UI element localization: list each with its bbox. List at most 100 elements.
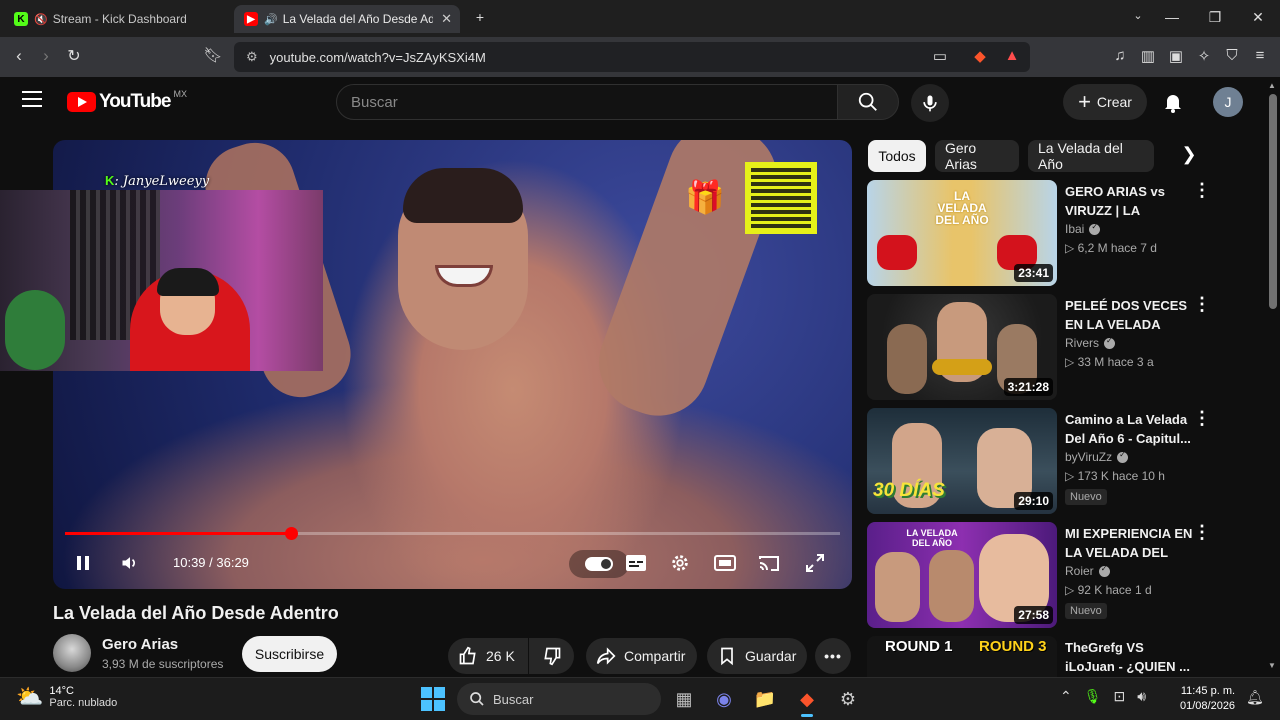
rec-title[interactable]: GERO ARIAS vs VIRUZZ | LA VELAD... [1065, 182, 1193, 220]
network-icon[interactable]: ⊡ [1114, 688, 1126, 705]
microphone-in-use-icon[interactable]: 🎙︎ [1084, 688, 1102, 705]
reload-icon[interactable]: ↻ [63, 46, 85, 66]
new-tab-icon[interactable]: + [470, 9, 490, 25]
chevron-up-icon[interactable]: ⌃ [1060, 688, 1072, 705]
page-scrollbar[interactable]: ▲ ▼ [1265, 77, 1280, 677]
rec-title[interactable]: PELEÉ DOS VECES EN LA VELADA DEL... [1065, 296, 1193, 334]
rec-channel[interactable]: Ibai [1065, 222, 1101, 236]
fullscreen-button[interactable] [802, 551, 828, 575]
notifications-button[interactable] [1161, 90, 1185, 114]
settings-button[interactable] [667, 551, 693, 575]
tab-search-chevron-icon[interactable]: ⌄ [1128, 9, 1148, 22]
recommendation-item[interactable]: LA VELADA DEL AÑO 23:41 GERO ARIAS vs VI… [867, 180, 1247, 288]
rec-title[interactable]: TheGrefg VS iLoJuan - ¿QUIEN ... [1065, 638, 1193, 676]
address-bar[interactable]: ⚙ youtube.com/watch?v=JsZAyKSXi4M [234, 42, 1030, 72]
vpn-shield-icon[interactable]: ⛉ [1222, 47, 1242, 64]
theater-mode-button[interactable] [712, 551, 738, 575]
volume-icon[interactable]: 🔊︎ [1137, 688, 1146, 705]
bookmark-icon [721, 647, 733, 666]
sidebar-icon[interactable]: ▥ [1138, 47, 1158, 65]
more-vert-icon[interactable]: ⋮ [1193, 180, 1212, 201]
brave-rewards-icon[interactable]: ▲ [1002, 47, 1022, 64]
notification-bell-icon[interactable]: 🔔︎ [1246, 689, 1264, 706]
wallet-icon[interactable]: ▣ [1166, 47, 1186, 65]
media-controls-icon[interactable]: ♫ [1110, 47, 1130, 64]
weather-widget[interactable]: ⛅ 14°C Parc. nublado [16, 684, 117, 710]
video-thumbnail[interactable]: 30 DÍAS 29:10 [867, 408, 1057, 514]
scroll-up-icon[interactable]: ▲ [1268, 81, 1276, 90]
brave-shields-icon[interactable]: ◆ [970, 47, 990, 65]
teams-icon[interactable]: ◉ [709, 685, 739, 713]
video-thumbnail[interactable]: 3:21:28 [867, 294, 1057, 400]
channel-name[interactable]: Gero Arias [102, 636, 178, 653]
close-window-icon[interactable]: ✕ [1248, 9, 1268, 26]
more-actions-button[interactable]: ••• [815, 638, 851, 674]
windows-start-icon[interactable] [421, 687, 445, 711]
more-vert-icon[interactable]: ⋮ [1193, 408, 1212, 429]
cast-button[interactable] [756, 551, 782, 575]
volume-button[interactable] [117, 551, 143, 575]
chip-todos[interactable]: Todos [868, 140, 926, 172]
task-view-icon[interactable]: ▦ [669, 685, 699, 713]
app-with-notification-icon[interactable]: ⚙ [833, 685, 863, 713]
chip-la-velada[interactable]: La Velada del Año [1028, 140, 1154, 172]
close-tab-icon[interactable]: ✕ [441, 11, 452, 27]
file-explorer-icon[interactable]: 📁 [750, 685, 780, 713]
scrubber-handle[interactable] [285, 527, 299, 540]
recommendation-item[interactable]: 3:21:28 PELEÉ DOS VECES EN LA VELADA DEL… [867, 294, 1247, 402]
chevron-right-icon[interactable]: ❯ [1176, 144, 1202, 168]
channel-avatar[interactable] [53, 634, 91, 672]
brave-browser-icon[interactable]: ◆ [792, 685, 822, 717]
site-info-icon[interactable]: ⚙ [246, 49, 258, 65]
search-input[interactable] [337, 85, 837, 119]
account-avatar[interactable]: J [1213, 87, 1243, 117]
forward-icon[interactable]: › [35, 46, 57, 66]
maximize-icon[interactable]: ❐ [1205, 9, 1225, 26]
recommendation-item[interactable]: LA VELADA DEL AÑO 27:58 MI EXPERIENCIA E… [867, 522, 1247, 630]
minimize-icon[interactable]: — [1162, 9, 1182, 25]
save-button[interactable]: Guardar [707, 638, 807, 674]
cast-device-icon[interactable]: ▭ [930, 47, 950, 65]
leo-ai-icon[interactable]: ✧ [1194, 47, 1214, 65]
rec-channel[interactable]: Rivers [1065, 336, 1116, 350]
tab-youtube-video[interactable]: ▶ 🔊 La Velada del Año Desde Adentro ✕ [234, 5, 460, 33]
tab-kick-dashboard[interactable]: K 🔇 Stream - Kick Dashboard [4, 5, 230, 33]
pause-button[interactable] [71, 551, 95, 575]
back-icon[interactable]: ‹ [8, 46, 30, 66]
bookmark-icon[interactable]: 🔖︎ [202, 46, 224, 64]
hamburger-menu-icon[interactable] [22, 91, 42, 111]
taskbar-clock[interactable]: 11:45 p. m. 01/08/2026 [1180, 684, 1235, 714]
search-button[interactable] [837, 84, 899, 120]
progress-bar[interactable] [65, 527, 840, 540]
recommendation-item[interactable]: ROUND 1 ROUND 3 TheGrefg VS iLoJuan - ¿Q… [867, 636, 1247, 677]
voice-search-button[interactable] [911, 84, 949, 122]
recommendation-item[interactable]: 30 DÍAS 29:10 Camino a La Velada Del Año… [867, 408, 1247, 516]
browser-menu-icon[interactable]: ≡ [1250, 47, 1270, 64]
plush-toy [5, 290, 65, 370]
like-button[interactable]: 26 K [448, 638, 528, 674]
video-thumbnail[interactable]: ROUND 1 ROUND 3 [867, 636, 1057, 677]
rec-channel-name: Roier [1065, 564, 1094, 578]
share-button[interactable]: Compartir [586, 638, 697, 674]
muted-speaker-icon[interactable]: 🔇 [34, 13, 48, 26]
chip-gero-arias[interactable]: Gero Arias [935, 140, 1019, 172]
gift-icon: 🎁 [685, 179, 725, 215]
create-button[interactable]: + Crear [1063, 84, 1147, 120]
more-vert-icon[interactable]: ⋮ [1193, 294, 1212, 315]
rec-channel[interactable]: Roier [1065, 564, 1110, 578]
speaker-icon[interactable]: 🔊 [264, 13, 278, 26]
rec-title[interactable]: MI EXPERIENCIA EN LA VELADA DEL AÑ... [1065, 524, 1193, 562]
subscribe-button[interactable]: Suscribirse [242, 636, 337, 672]
youtube-logo[interactable]: YouTube MX [67, 89, 187, 113]
video-thumbnail[interactable]: LA VELADA DEL AÑO 27:58 [867, 522, 1057, 628]
rec-title[interactable]: Camino a La Velada Del Año 6 - Capitul..… [1065, 410, 1193, 448]
rec-channel[interactable]: byViruZz [1065, 450, 1129, 464]
autoplay-toggle[interactable] [569, 550, 629, 578]
more-vert-icon[interactable]: ⋮ [1193, 522, 1212, 543]
scrollbar-thumb[interactable] [1269, 94, 1277, 309]
subtitles-button[interactable] [623, 551, 649, 575]
dislike-button[interactable] [529, 638, 574, 674]
taskbar-search[interactable]: Buscar [457, 683, 661, 715]
video-thumbnail[interactable]: LA VELADA DEL AÑO 23:41 [867, 180, 1057, 286]
scroll-down-icon[interactable]: ▼ [1268, 661, 1276, 670]
